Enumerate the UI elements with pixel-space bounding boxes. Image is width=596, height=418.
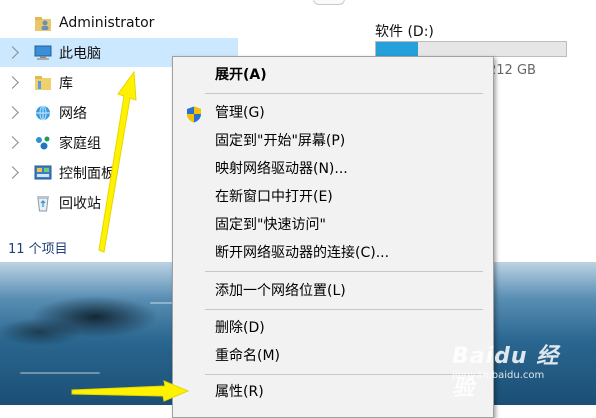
homegroup-icon xyxy=(33,134,53,152)
control-panel-icon xyxy=(33,164,53,182)
expand-chevron-icon[interactable] xyxy=(6,106,19,119)
drive-label[interactable]: 软件 (D:) xyxy=(375,21,434,41)
recycle-bin-icon xyxy=(33,194,53,212)
menu-item-disconnect-network-drive[interactable]: 断开网络驱动器的连接(C)... xyxy=(173,239,493,267)
nav-item-label: 库 xyxy=(59,75,73,92)
nav-item-label: 网络 xyxy=(59,105,87,122)
menu-item-manage[interactable]: 管理(G) xyxy=(173,99,493,127)
expand-chevron-icon[interactable] xyxy=(6,136,19,149)
menu-separator xyxy=(205,374,483,375)
uac-shield-icon xyxy=(186,105,202,123)
expand-chevron-icon[interactable] xyxy=(6,166,19,179)
menu-separator xyxy=(205,271,483,272)
nav-item-administrator[interactable]: Administrator xyxy=(0,8,238,37)
drive-usage-bar xyxy=(375,41,567,57)
drive-icon[interactable] xyxy=(313,0,345,5)
nav-item-label: Administrator xyxy=(59,14,155,31)
menu-item-expand[interactable]: 展开(A) xyxy=(173,61,493,89)
menu-item-delete[interactable]: 删除(D) xyxy=(173,314,493,342)
item-count-status: 11 个项目 xyxy=(8,242,68,257)
library-icon xyxy=(33,74,53,92)
expand-chevron-icon[interactable] xyxy=(6,46,19,59)
nav-item-label: 回收站 xyxy=(59,195,101,212)
menu-item-pin-to-start[interactable]: 固定到"开始"屏幕(P) xyxy=(173,127,493,155)
nav-item-label: 家庭组 xyxy=(59,135,101,152)
menu-item-map-network-drive[interactable]: 映射网络驱动器(N)... xyxy=(173,155,493,183)
computer-icon xyxy=(33,44,53,62)
menu-item-add-network-location[interactable]: 添加一个网络位置(L) xyxy=(173,277,493,305)
menu-item-pin-quick-access[interactable]: 固定到"快速访问" xyxy=(173,211,493,239)
baidu-jingyan-watermark: Baidu 经验 jingyan.baidu.com xyxy=(452,344,560,401)
menu-item-rename[interactable]: 重命名(M) xyxy=(173,342,493,370)
nav-item-label: 控制面板 xyxy=(59,165,115,182)
expand-chevron-icon[interactable] xyxy=(6,76,19,89)
menu-item-properties[interactable]: 属性(R) xyxy=(173,378,493,406)
network-icon xyxy=(33,104,53,122)
menu-separator xyxy=(205,93,483,94)
menu-separator xyxy=(205,309,483,310)
drive-usage-fill xyxy=(376,42,418,56)
context-menu: 展开(A) 管理(G) 固定到"开始"屏幕(P) 映射网络驱动器(N)... 在… xyxy=(172,56,494,418)
nav-item-label: 此电脑 xyxy=(59,45,101,62)
menu-item-open-new-window[interactable]: 在新窗口中打开(E) xyxy=(173,183,493,211)
user-folder-icon xyxy=(33,14,53,32)
drive-free-space: 212 GB xyxy=(488,63,536,78)
